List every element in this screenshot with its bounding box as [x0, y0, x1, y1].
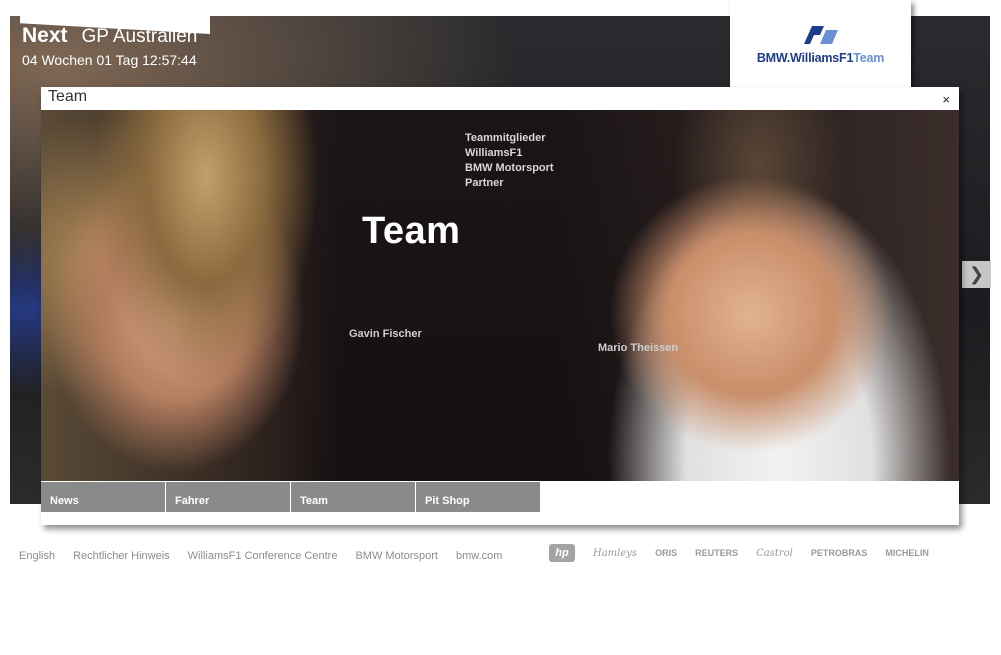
team-logo[interactable]: BMW.WilliamsF1Team	[730, 0, 911, 90]
sponsor-logos: hp Hamleys ORIS REUTERS Castrol PETROBRA…	[549, 544, 929, 562]
team-modal: Team × Teammitglieder WilliamsF1 BMW Mot…	[41, 87, 959, 525]
submenu-item-teammitglieder[interactable]: Teammitglieder	[465, 131, 554, 146]
modal-nav: News Fahrer Team Pit Shop	[41, 482, 541, 512]
next-label: Next	[22, 24, 68, 47]
nav-item-team[interactable]: Team	[291, 482, 415, 512]
sponsor-castrol[interactable]: Castrol	[756, 548, 793, 559]
close-icon[interactable]: ×	[942, 92, 950, 107]
next-race-box[interactable]: Next GP Australien 04 Wochen 01 Tag 12:5…	[22, 24, 197, 68]
next-race-name: GP Australien	[81, 26, 198, 47]
footer-link-conference-centre[interactable]: WilliamsF1 Conference Centre	[188, 550, 338, 562]
footer-link-english[interactable]: English	[19, 550, 55, 562]
logo-mark-icon	[803, 26, 838, 44]
nav-item-fahrer[interactable]: Fahrer	[166, 482, 290, 512]
person-name-right[interactable]: Mario Theissen	[598, 342, 678, 354]
next-slide-button[interactable]: ❯	[962, 261, 991, 288]
submenu-item-partner[interactable]: Partner	[465, 176, 554, 191]
person-name-left[interactable]: Gavin Fischer	[349, 328, 422, 340]
footer-links: English Rechtlicher Hinweis WilliamsF1 C…	[19, 550, 502, 562]
modal-title: Team	[48, 88, 88, 105]
sponsor-reuters[interactable]: REUTERS	[695, 548, 738, 558]
footer-link-bmw-motorsport[interactable]: BMW Motorsport	[355, 550, 438, 562]
nav-item-news[interactable]: News	[41, 482, 165, 512]
footer-link-bmw-com[interactable]: bmw.com	[456, 550, 502, 562]
sponsor-hp[interactable]: hp	[549, 544, 575, 562]
logo-text: BMW.WilliamsF1Team	[756, 51, 885, 65]
photo-gavin-fischer	[41, 110, 341, 481]
footer-link-rechtlicher-hinweis[interactable]: Rechtlicher Hinweis	[73, 550, 170, 562]
team-hero-image: Teammitglieder WilliamsF1 BMW Motorsport…	[41, 110, 959, 481]
countdown-timer: 04 Wochen 01 Tag 12:57:44	[22, 52, 197, 68]
chevron-right-icon: ❯	[968, 264, 985, 284]
sponsor-petrobras[interactable]: PETROBRAS	[811, 548, 868, 558]
logo-text-bold: BMW.WilliamsF1	[756, 51, 854, 65]
sponsor-hamleys[interactable]: Hamleys	[593, 548, 637, 559]
hero-heading: Team	[362, 210, 461, 252]
submenu-item-williamsf1[interactable]: WilliamsF1	[465, 146, 554, 161]
team-submenu: Teammitglieder WilliamsF1 BMW Motorsport…	[465, 131, 554, 191]
submenu-item-bmw-motorsport[interactable]: BMW Motorsport	[465, 161, 554, 176]
logo-text-light: Team	[853, 51, 885, 65]
sponsor-michelin[interactable]: MICHELIN	[885, 548, 929, 558]
photo-mario-theissen	[559, 110, 959, 481]
nav-item-pit-shop[interactable]: Pit Shop	[416, 482, 540, 512]
sponsor-oris[interactable]: ORIS	[655, 548, 677, 558]
